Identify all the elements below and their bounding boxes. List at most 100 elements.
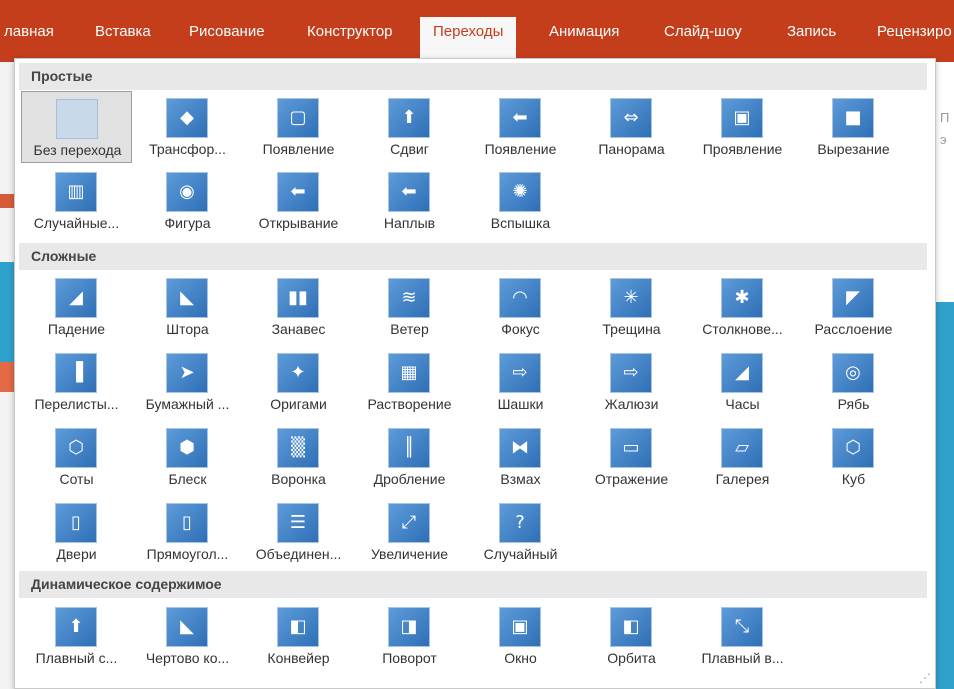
transition-item[interactable]: ▥ Случайные... (21, 165, 132, 237)
background-stripe (0, 362, 14, 392)
prestige-icon: ◠ (499, 278, 541, 318)
switch-icon: ⧓ (499, 428, 541, 468)
transition-item[interactable]: ◠ Фокус (465, 271, 576, 343)
transition-label: Часы (725, 396, 760, 412)
transition-item[interactable]: ▣ Окно (465, 600, 576, 672)
transition-item[interactable]: ⬅ Открывание (243, 165, 354, 237)
transition-item[interactable]: ◤ Расслоение (798, 271, 909, 343)
transition-item[interactable]: ⇔ Панорама (576, 91, 687, 163)
thumbnail-glyph: ▮▮ (288, 287, 308, 308)
transition-label: Блеск (168, 471, 207, 487)
transition-item[interactable]: ▯ Двери (21, 496, 132, 568)
transition-item[interactable]: ⬢ Блеск (132, 421, 243, 493)
orbit-icon: ◧ (610, 607, 652, 647)
tab-7[interactable]: Запись (774, 17, 849, 62)
transition-item[interactable]: ◢ Часы (687, 346, 798, 418)
transition-item[interactable]: ✺ Вспышка (465, 165, 576, 237)
transition-item[interactable]: ➤ Бумажный ... (132, 346, 243, 418)
transition-item[interactable]: ◆ Трансфор... (132, 91, 243, 163)
transition-item[interactable]: ◨ Поворот (354, 600, 465, 672)
transition-item[interactable]: ◧ Орбита (576, 600, 687, 672)
transition-item[interactable]: ◧ Конвейер (243, 600, 354, 672)
transition-item[interactable]: ☰ Объединен... (243, 496, 354, 568)
transition-label: Случайные... (33, 215, 120, 231)
tab-0[interactable]: лавная (0, 17, 67, 62)
transition-item[interactable]: ▯ Прямоугол... (132, 496, 243, 568)
thumbnail-glyph: ▒ (291, 437, 305, 458)
transition-item[interactable]: ≋ Ветер (354, 271, 465, 343)
transition-item[interactable]: ⬡ Куб (798, 421, 909, 493)
transitions-gallery: ⋰ Простые Без перехода ◆ Трансфор... ▢ Появле… (14, 58, 936, 689)
transition-item[interactable]: ▦ Растворение (354, 346, 465, 418)
transition-item[interactable]: ■ Вырезание (798, 91, 909, 163)
tab-2[interactable]: Рисование (176, 17, 278, 62)
transition-item[interactable]: ⧓ Взмах (465, 421, 576, 493)
thumbnail-glyph: ◤ (846, 287, 860, 308)
background-accent (936, 302, 954, 689)
origami-icon: ✦ (277, 353, 319, 393)
checkerboard-icon: ⇨ (499, 353, 541, 393)
transition-item[interactable]: ⬡ Соты (21, 421, 132, 493)
transition-label: Соты (59, 471, 94, 487)
transition-item[interactable]: ▒ Воронка (243, 421, 354, 493)
transition-item[interactable]: ▐ Перелисты... (21, 346, 132, 418)
transition-item[interactable]: ▢ Появление (243, 91, 354, 163)
transition-label: Прямоугол... (146, 546, 229, 562)
tab-4[interactable]: Переходы (420, 17, 517, 62)
transition-label: Открывание (258, 215, 339, 231)
transition-item[interactable]: Без перехода (21, 91, 132, 163)
background-slide-left (0, 62, 14, 689)
transition-item[interactable]: ◣ Штора (132, 271, 243, 343)
push-icon: ⬆ (388, 98, 430, 138)
transition-item[interactable]: ⬆ Сдвиг (354, 91, 465, 163)
transition-label: Трансфор... (149, 141, 226, 157)
thumbnail-glyph: ◎ (845, 362, 861, 383)
resize-grip-icon[interactable]: ⋰ (919, 671, 931, 685)
transition-item[interactable]: ⬆ Плавный с... (21, 600, 132, 672)
transition-item[interactable]: ▭ Отражение (576, 421, 687, 493)
transition-item[interactable]: ◢ Падение (21, 271, 132, 343)
transition-item[interactable]: ⤢ Увеличение (354, 496, 465, 568)
transition-item[interactable]: ⇨ Жалюзи (576, 346, 687, 418)
transition-item[interactable]: ⇨ Шашки (465, 346, 576, 418)
tab-3[interactable]: Конструктор (294, 17, 406, 62)
transition-label: Объединен... (255, 546, 342, 562)
ripple-icon: ◎ (832, 353, 874, 393)
transition-item[interactable]: ▮▮ Занавес (243, 271, 354, 343)
transition-label: Отражение (594, 471, 669, 487)
conveyor-icon: ◧ (277, 607, 319, 647)
transition-label: Воронка (271, 471, 326, 487)
thumbnail-glyph: ⬡ (68, 437, 84, 458)
thumbnail-glyph: ▱ (735, 437, 749, 458)
transition-item[interactable]: ▱ Галерея (687, 421, 798, 493)
thumbnail-glyph: ▢ (289, 107, 307, 128)
section-header: Сложные (19, 243, 927, 270)
transition-item[interactable]: ⬅ Наплыв (354, 165, 465, 237)
transition-item[interactable]: ✦ Оригами (243, 346, 354, 418)
transition-item[interactable]: ◣ Чертово ко... (132, 600, 243, 672)
transition-label: Занавес (271, 321, 326, 337)
transition-item[interactable]: ◉ Фигура (132, 165, 243, 237)
thumbnail-glyph: ⬡ (845, 437, 861, 458)
tab-8[interactable]: Рецензиро (864, 17, 954, 62)
transition-label: Появление (484, 141, 557, 157)
transition-item[interactable]: ◎ Рябь (798, 346, 909, 418)
section-header: Простые (19, 63, 927, 90)
tab-1[interactable]: Вставка (82, 17, 164, 62)
transition-item[interactable]: ✳ Трещина (576, 271, 687, 343)
transition-item[interactable]: ⤡ Плавный в... (687, 600, 798, 672)
thumbnail-glyph: ◧ (289, 616, 307, 637)
thumbnail-glyph: ⬢ (179, 437, 195, 458)
transition-item[interactable]: ? Случайный (465, 496, 576, 568)
tab-6[interactable]: Слайд-шоу (651, 17, 755, 62)
transition-item[interactable]: ▣ Проявление (687, 91, 798, 163)
thumbnail-glyph: ⬆ (401, 107, 417, 128)
thumbnail-glyph: ☰ (289, 512, 307, 533)
background-text: П (940, 110, 950, 125)
transition-item[interactable]: ║ Дробление (354, 421, 465, 493)
zoom-icon: ⤢ (388, 503, 430, 543)
tab-5[interactable]: Анимация (536, 17, 632, 62)
transition-item[interactable]: ✱ Столкнове... (687, 271, 798, 343)
transition-item[interactable]: ⬅ Появление (465, 91, 576, 163)
thumbnail-glyph: ▥ (67, 181, 85, 202)
